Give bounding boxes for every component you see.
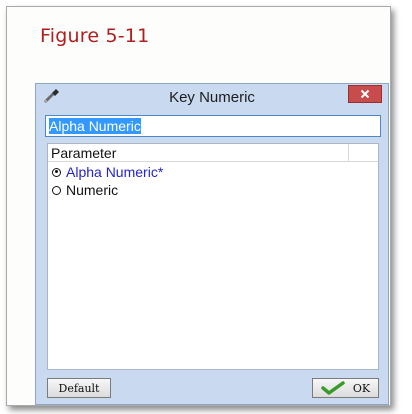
checkmark-icon (321, 381, 345, 395)
figure-frame: Figure 5-11 Key Numeric Alpha Numeric Pa… (6, 6, 391, 406)
parameter-list: Parameter Alpha Numeric* Numeric (47, 143, 379, 370)
parameter-column-header: Parameter (51, 145, 117, 161)
title-bar: Key Numeric (36, 84, 388, 109)
figure-caption: Figure 5-11 (40, 25, 150, 47)
option-numeric[interactable]: Numeric (52, 181, 118, 199)
dialog-title: Key Numeric (169, 89, 255, 106)
option-label: Numeric (66, 182, 119, 198)
value-input-text: Alpha Numeric (49, 118, 141, 134)
option-label: Alpha Numeric* (66, 164, 164, 180)
column-divider (348, 144, 349, 161)
radio-selected[interactable] (52, 167, 61, 177)
value-input[interactable]: Alpha Numeric (45, 115, 381, 137)
close-icon (360, 89, 370, 99)
radio-unselected[interactable] (52, 185, 61, 195)
close-button[interactable] (348, 85, 382, 103)
ok-label: OK (352, 381, 371, 395)
option-alpha-numeric[interactable]: Alpha Numeric* (52, 163, 163, 181)
default-button[interactable]: Default (47, 378, 111, 398)
ok-button[interactable]: OK (312, 378, 379, 398)
key-numeric-dialog: Key Numeric Alpha Numeric Parameter Alph… (35, 83, 389, 405)
list-header: Parameter (48, 144, 378, 162)
